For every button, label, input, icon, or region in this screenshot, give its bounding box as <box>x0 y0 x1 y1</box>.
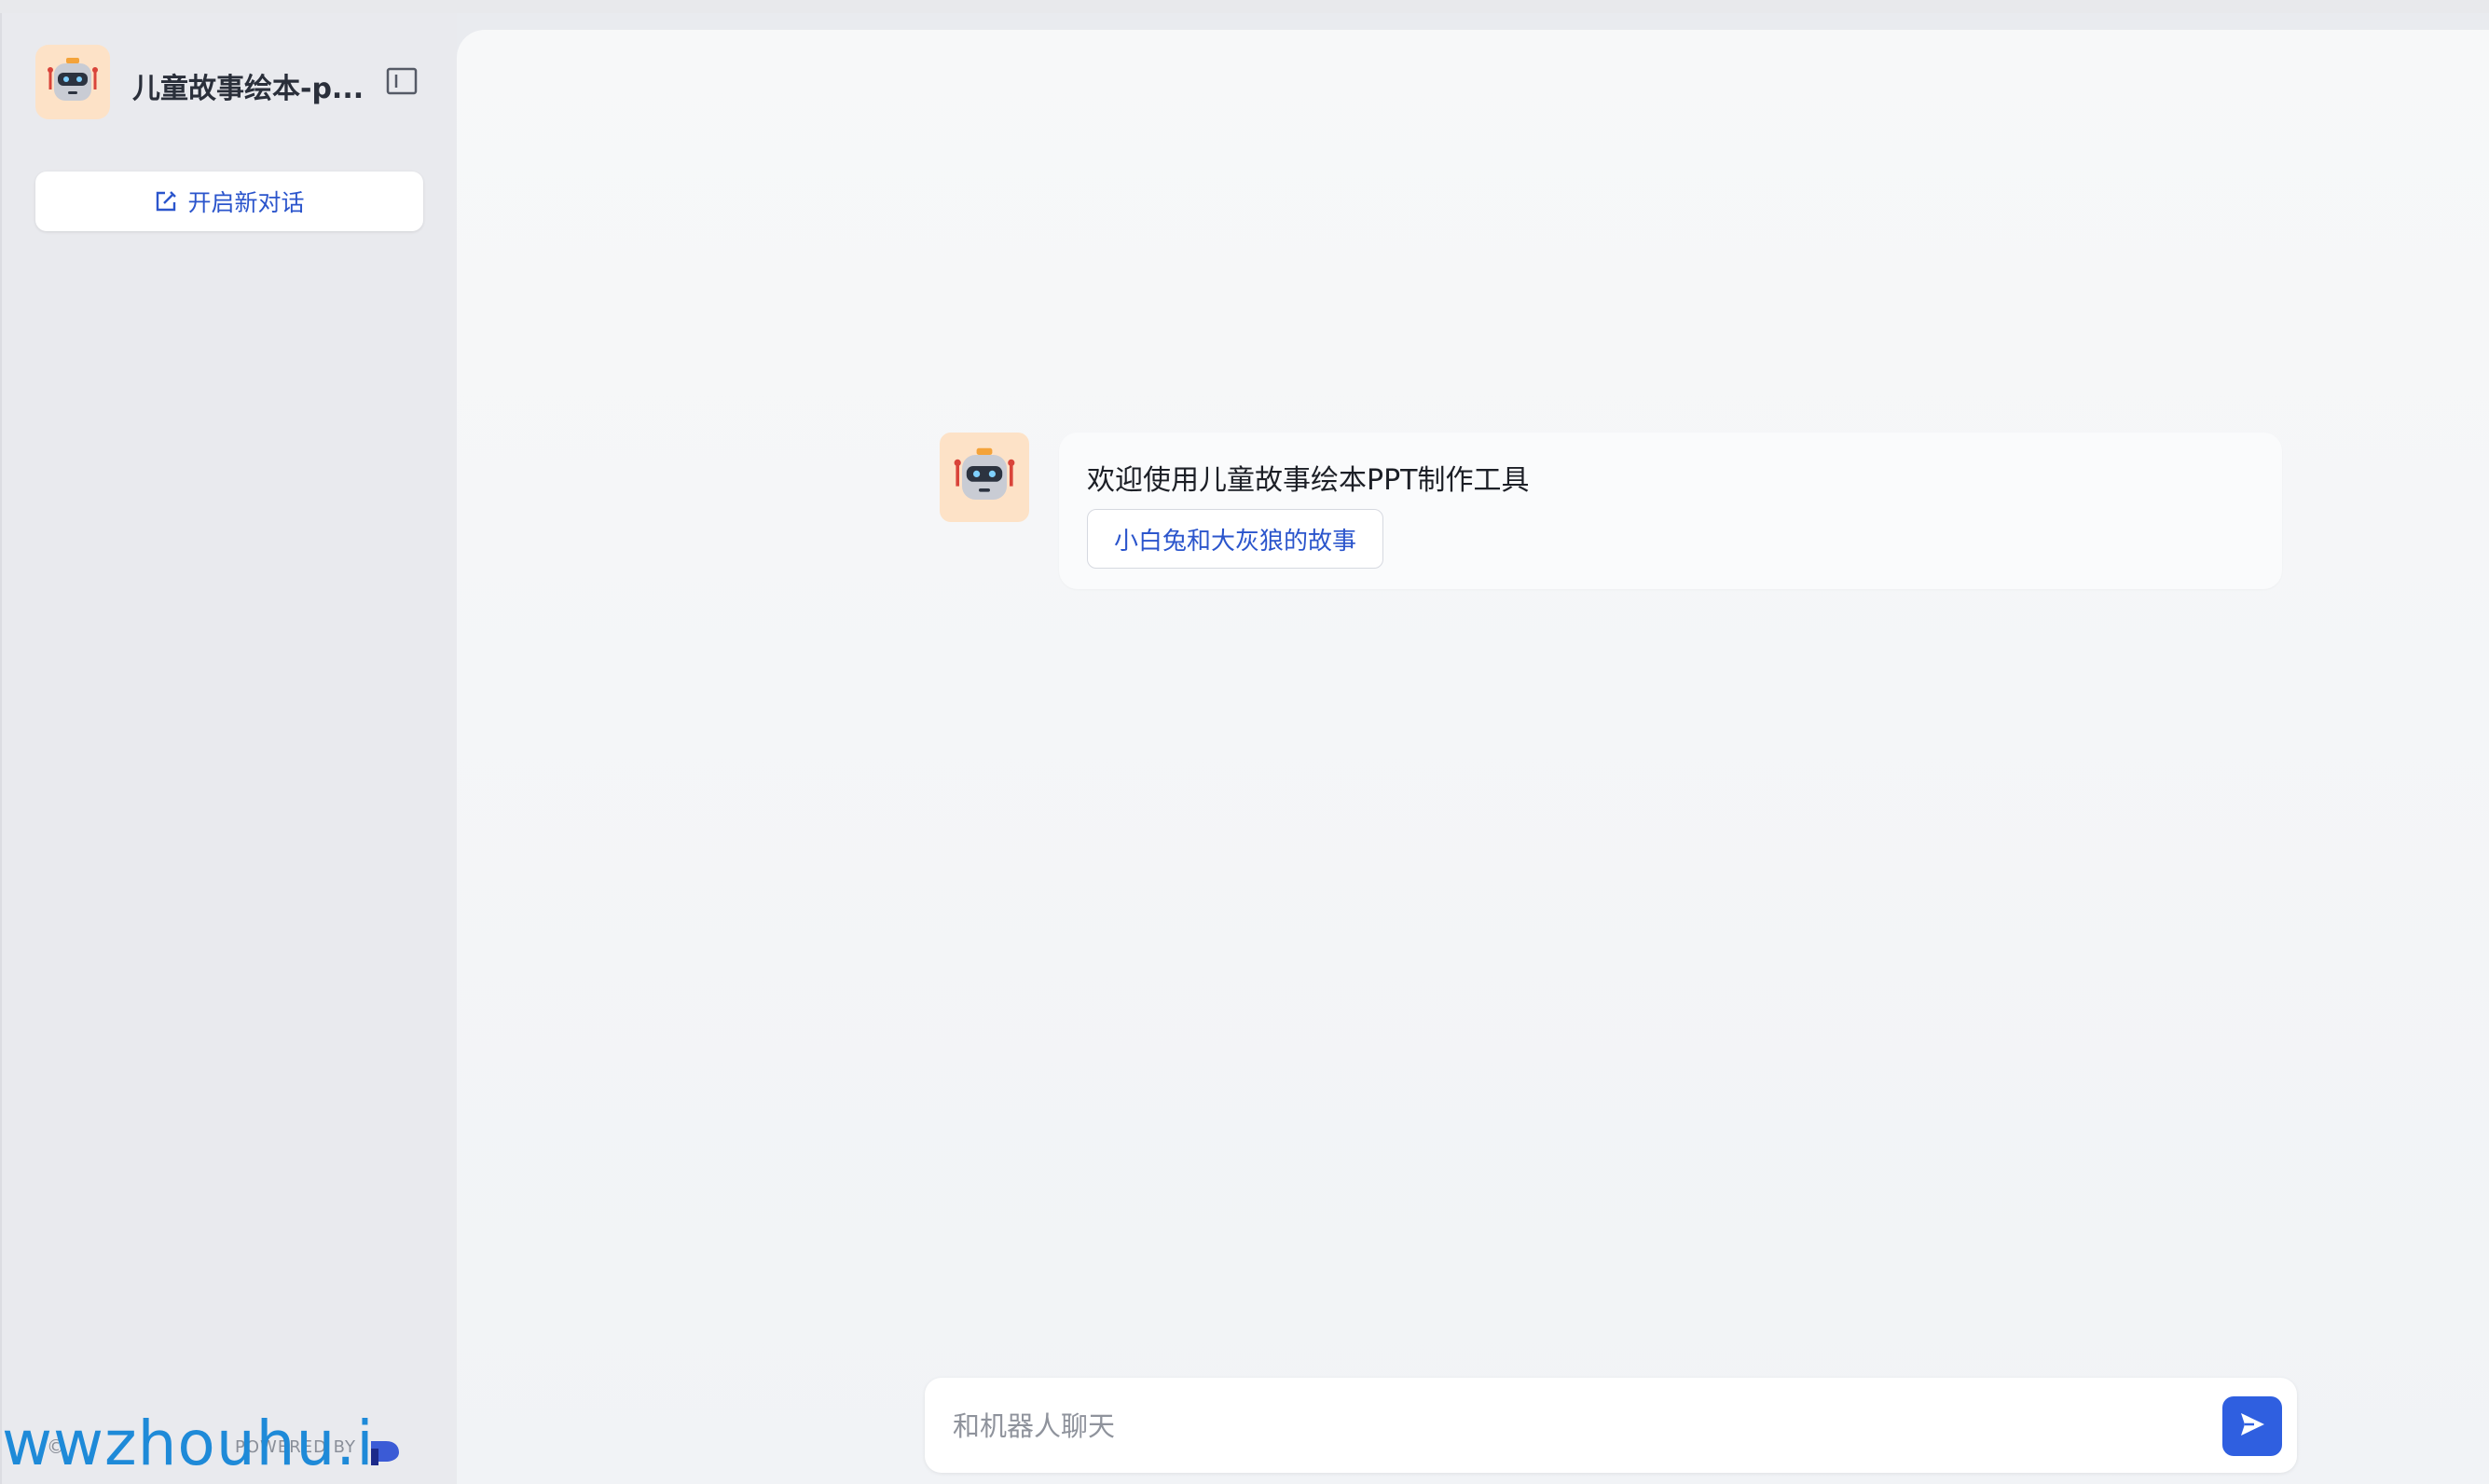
app-title: 儿童故事绘本-p... <box>132 73 364 105</box>
chat-main: 欢迎使用儿童故事绘本PPT制作工具 小白兔和大灰狼的故事 <box>457 30 2489 1484</box>
suggested-question-button[interactable]: 小白兔和大灰狼的故事 <box>1087 509 1384 569</box>
edit-icon <box>154 189 178 213</box>
robot-icon <box>940 433 1029 522</box>
send-button[interactable] <box>2222 1396 2282 1456</box>
new-chat-button[interactable]: 开启新对话 <box>35 172 423 231</box>
chat-input[interactable] <box>951 1400 2185 1452</box>
top-edge <box>0 0 2489 13</box>
message-bubble: 欢迎使用儿童故事绘本PPT制作工具 小白兔和大灰狼的故事 <box>1059 433 2282 589</box>
sidebar-collapse-icon[interactable] <box>386 67 418 95</box>
welcome-text: 欢迎使用儿童故事绘本PPT制作工具 <box>1087 464 1530 497</box>
sidebar: 儿童故事绘本-p... 开启新对话 © POWERED BY wwzhouhu.… <box>0 13 457 1484</box>
sidebar-header: 儿童故事绘本-p... <box>35 45 427 119</box>
sidebar-footer: © POWERED BY wwzhouhu.i <box>2 1411 459 1477</box>
app-shell: 儿童故事绘本-p... 开启新对话 © POWERED BY wwzhouhu.… <box>0 13 2489 1484</box>
robot-icon <box>35 45 110 119</box>
send-icon <box>2237 1409 2267 1443</box>
watermark-text: wwzhouhu.i <box>2 1408 375 1479</box>
chat-input-bar <box>925 1378 2297 1473</box>
welcome-message: 欢迎使用儿童故事绘本PPT制作工具 小白兔和大灰狼的故事 <box>940 433 2282 591</box>
new-chat-label: 开启新对话 <box>187 189 305 216</box>
